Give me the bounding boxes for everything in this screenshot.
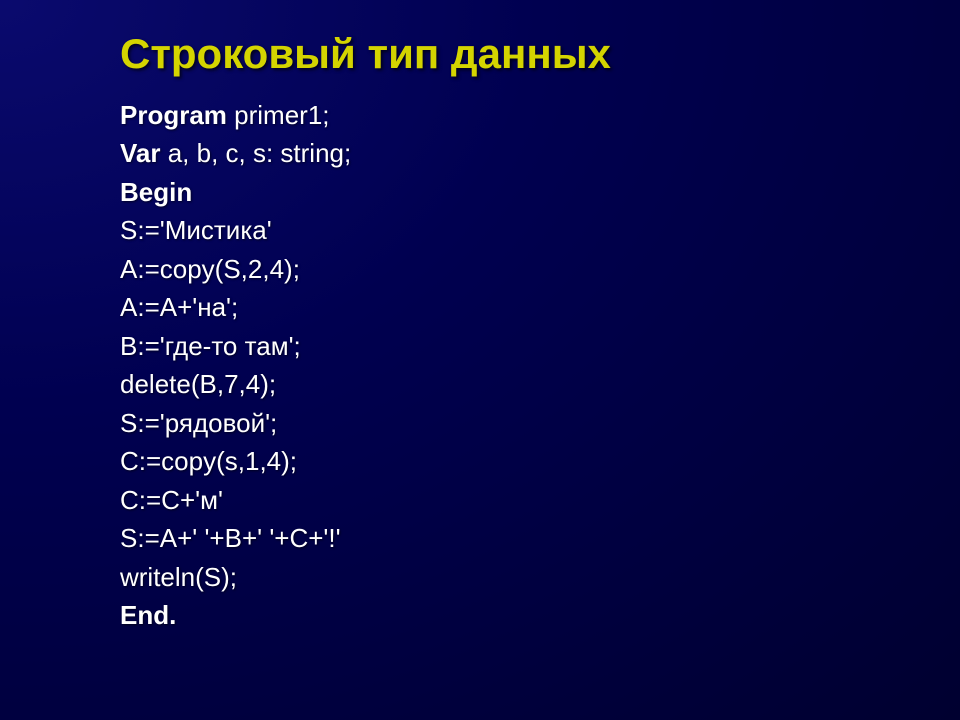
code-line-1: Var a, b, c, s: string; bbox=[120, 134, 960, 172]
code-text: a, b, c, s: string; bbox=[168, 138, 352, 168]
code-text: primer1; bbox=[234, 100, 329, 130]
code-line-11: S:=A+' '+B+' '+C+'!' bbox=[120, 519, 960, 557]
code-line-0: Program primer1; bbox=[120, 96, 960, 134]
code-line-6: B:='где-то там'; bbox=[120, 327, 960, 365]
code-text: A:=copy(S,2,4); bbox=[120, 254, 300, 284]
code-text: B:='где-то там'; bbox=[120, 331, 301, 361]
code-text: End. bbox=[120, 600, 176, 630]
code-line-3: S:='Мистика' bbox=[120, 211, 960, 249]
slide-content: Строковый тип данных Program primer1;Var… bbox=[0, 0, 960, 635]
code-text: writeln(S); bbox=[120, 562, 237, 592]
code-line-9: C:=copy(s,1,4); bbox=[120, 442, 960, 480]
code-text: Var bbox=[120, 138, 168, 168]
code-line-13: End. bbox=[120, 596, 960, 634]
code-line-10: C:=C+'м' bbox=[120, 481, 960, 519]
code-text: S:=A+' '+B+' '+C+'!' bbox=[120, 523, 341, 553]
code-text: A:=A+'на'; bbox=[120, 292, 238, 322]
code-line-8: S:='рядовой'; bbox=[120, 404, 960, 442]
code-text: C:=copy(s,1,4); bbox=[120, 446, 297, 476]
code-text: Program bbox=[120, 100, 234, 130]
code-text: S:='рядовой'; bbox=[120, 408, 277, 438]
code-line-7: delete(B,7,4); bbox=[120, 365, 960, 403]
code-text: S:='Мистика' bbox=[120, 215, 272, 245]
code-text: delete(B,7,4); bbox=[120, 369, 276, 399]
code-text: C:=C+'м' bbox=[120, 485, 223, 515]
code-line-12: writeln(S); bbox=[120, 558, 960, 596]
code-line-5: A:=A+'на'; bbox=[120, 288, 960, 326]
code-line-2: Begin bbox=[120, 173, 960, 211]
code-block: Program primer1;Var a, b, c, s: string;B… bbox=[120, 96, 960, 635]
slide-title: Строковый тип данных bbox=[120, 30, 960, 78]
code-line-4: A:=copy(S,2,4); bbox=[120, 250, 960, 288]
code-text: Begin bbox=[120, 177, 192, 207]
